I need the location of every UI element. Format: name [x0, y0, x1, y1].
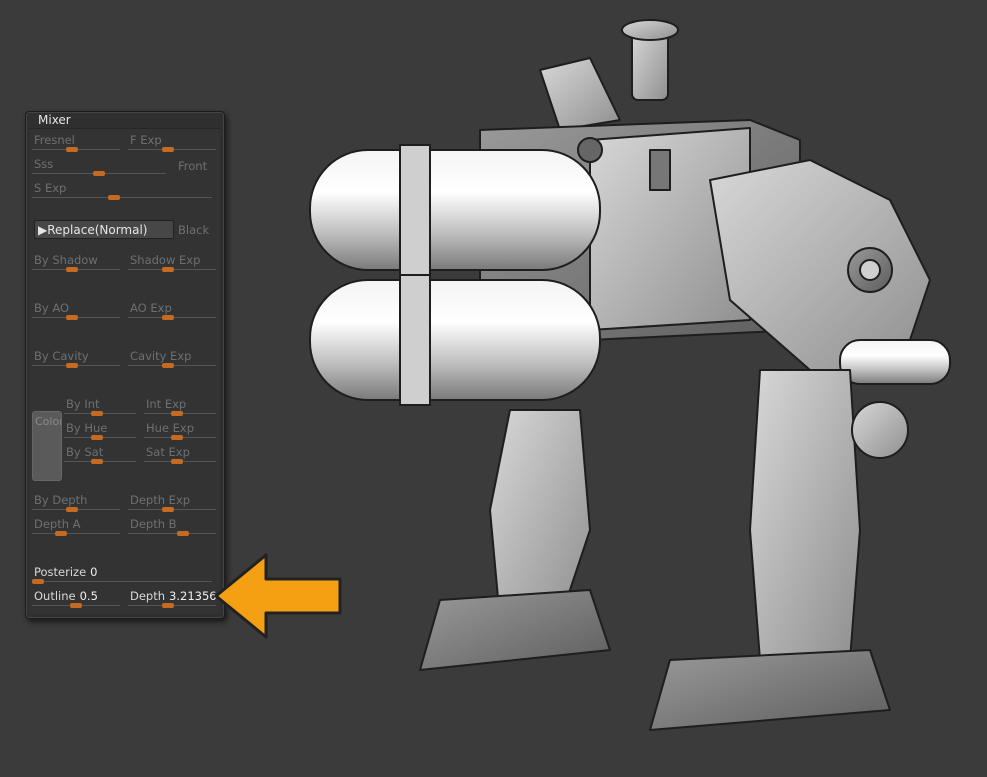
mech-robot-model — [309, 19, 951, 731]
replace-normal-button[interactable]: ▶Replace(Normal) — [34, 220, 174, 239]
panel-body: Fresnel F Exp Sss Front S Exp ▶Replace(N… — [30, 128, 220, 614]
hue-exp-knob[interactable] — [171, 435, 183, 440]
outline-knob[interactable] — [70, 603, 82, 608]
posterize-track — [32, 581, 212, 582]
sss-knob[interactable] — [93, 171, 105, 176]
s-exp-label: S Exp — [34, 181, 67, 195]
by-hue-label: By Hue — [66, 421, 108, 435]
by-shadow-slider[interactable]: By Shadow — [32, 253, 120, 275]
by-int-slider[interactable]: By Int — [64, 397, 136, 419]
sat-exp-label: Sat Exp — [146, 445, 190, 459]
depth-exp-label: Depth Exp — [130, 493, 191, 507]
hue-exp-slider[interactable]: Hue Exp — [144, 421, 216, 443]
s-exp-track — [32, 197, 212, 198]
f-exp-knob[interactable] — [162, 147, 174, 152]
hue-exp-label: Hue Exp — [146, 421, 195, 435]
depth-b-knob[interactable] — [177, 531, 189, 536]
by-shadow-knob[interactable] — [66, 267, 78, 272]
fresnel-knob[interactable] — [66, 147, 78, 152]
depth-exp-slider[interactable]: Depth Exp — [128, 493, 216, 515]
depth-value: 3.21356 — [169, 589, 217, 603]
depth-b-track — [128, 533, 216, 534]
sat-exp-slider[interactable]: Sat Exp — [144, 445, 216, 467]
posterize-slider[interactable]: Posterize 0 — [32, 565, 212, 587]
shadow-exp-label: Shadow Exp — [130, 253, 201, 267]
cavity-exp-slider[interactable]: Cavity Exp — [128, 349, 216, 371]
cavity-exp-label: Cavity Exp — [130, 349, 192, 363]
depth-knob[interactable] — [162, 603, 174, 608]
sss-label: Sss — [34, 157, 54, 171]
outline-slider[interactable]: Outline 0.5 — [32, 589, 120, 611]
ao-exp-label: AO Exp — [130, 301, 172, 315]
by-cavity-label: By Cavity — [34, 349, 89, 363]
posterize-knob[interactable] — [32, 579, 44, 584]
front-button[interactable]: Front — [178, 159, 207, 173]
cavity-exp-knob[interactable] — [162, 363, 174, 368]
by-shadow-label: By Shadow — [34, 253, 98, 267]
black-button[interactable]: Black — [178, 223, 209, 237]
outline-label: Outline 0.5 — [34, 589, 98, 603]
sss-slider[interactable]: Sss — [32, 157, 166, 179]
f-exp-slider[interactable]: F Exp — [128, 133, 216, 155]
posterize-label: Posterize 0 — [34, 565, 98, 579]
depth-slider[interactable]: Depth 3.21356 — [128, 589, 217, 611]
int-exp-knob[interactable] — [171, 411, 183, 416]
depth-label: Depth 3.21356 — [130, 589, 217, 603]
fresnel-label: Fresnel — [34, 133, 75, 147]
depth-exp-knob[interactable] — [162, 507, 174, 512]
by-ao-knob[interactable] — [66, 315, 78, 320]
by-hue-slider[interactable]: By Hue — [64, 421, 136, 443]
by-sat-knob[interactable] — [91, 459, 103, 464]
mixer-panel: Mixer Fresnel F Exp Sss Front S Exp ▶Rep… — [25, 111, 225, 619]
by-int-label: By Int — [66, 397, 100, 411]
depth-a-knob[interactable] — [55, 531, 67, 536]
shadow-exp-slider[interactable]: Shadow Exp — [128, 253, 216, 275]
fresnel-slider[interactable]: Fresnel — [32, 133, 120, 155]
sat-exp-knob[interactable] — [171, 459, 183, 464]
by-sat-label: By Sat — [66, 445, 104, 459]
depth-b-label: Depth B — [130, 517, 177, 531]
by-int-knob[interactable] — [91, 411, 103, 416]
by-hue-knob[interactable] — [91, 435, 103, 440]
f-exp-label: F Exp — [130, 133, 162, 147]
by-cavity-slider[interactable]: By Cavity — [32, 349, 120, 371]
by-ao-label: By AO — [34, 301, 70, 315]
depth-b-slider[interactable]: Depth B — [128, 517, 216, 539]
ao-exp-slider[interactable]: AO Exp — [128, 301, 216, 323]
shadow-exp-knob[interactable] — [162, 267, 174, 272]
by-sat-slider[interactable]: By Sat — [64, 445, 136, 467]
posterize-value: 0 — [90, 565, 98, 579]
by-depth-slider[interactable]: By Depth — [32, 493, 120, 515]
by-depth-knob[interactable] — [66, 507, 78, 512]
s-exp-slider[interactable]: S Exp — [32, 181, 212, 203]
outline-value: 0.5 — [79, 589, 98, 603]
depth-a-slider[interactable]: Depth A — [32, 517, 120, 539]
depth-a-track — [32, 533, 120, 534]
panel-title: Mixer — [38, 113, 71, 127]
by-depth-label: By Depth — [34, 493, 88, 507]
s-exp-knob[interactable] — [108, 195, 120, 200]
by-ao-slider[interactable]: By AO — [32, 301, 120, 323]
by-cavity-knob[interactable] — [66, 363, 78, 368]
depth-a-label: Depth A — [34, 517, 81, 531]
int-exp-label: Int Exp — [146, 397, 187, 411]
color-swatch[interactable]: Color — [32, 411, 62, 481]
ao-exp-knob[interactable] — [162, 315, 174, 320]
int-exp-slider[interactable]: Int Exp — [144, 397, 216, 419]
